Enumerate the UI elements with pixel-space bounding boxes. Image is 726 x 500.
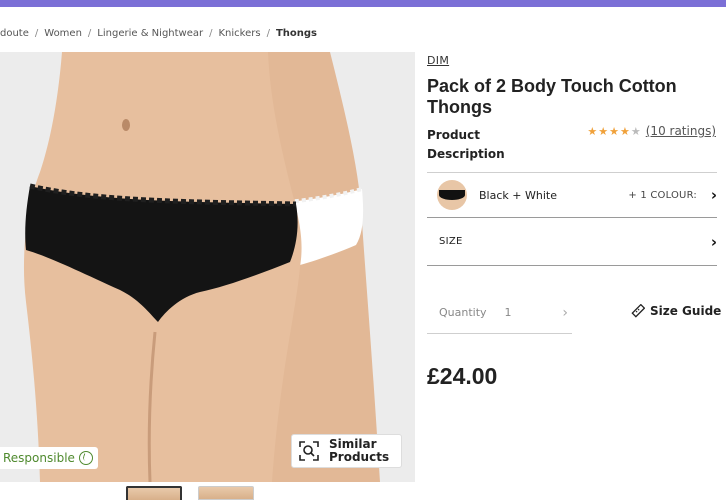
product-description-link[interactable]: Product Description	[427, 126, 517, 164]
rating-stars: ★ ★ ★ ★ ★	[587, 125, 641, 138]
breadcrumb-item-women[interactable]: Women	[44, 28, 82, 39]
brand-link[interactable]: DIM	[427, 54, 449, 67]
breadcrumb-separator: /	[209, 27, 213, 39]
size-label: SIZE	[439, 236, 463, 247]
star-empty-icon: ★	[630, 124, 641, 138]
similar-products-label: Similar Products	[329, 437, 390, 464]
product-price: £24.00	[427, 363, 498, 389]
breadcrumb-separator: /	[266, 27, 270, 39]
size-selector[interactable]: SIZE ›	[427, 218, 717, 266]
quantity-selector[interactable]: Quantity 1 ›	[427, 292, 572, 334]
top-accent-bar	[0, 0, 726, 7]
star-icon: ★	[609, 124, 619, 138]
star-icon: ★	[587, 124, 598, 138]
rating[interactable]: ★ ★ ★ ★ ★ (10 ratings)	[587, 124, 716, 138]
chevron-right-icon: ›	[710, 232, 717, 251]
breadcrumb-separator: /	[87, 27, 92, 39]
colour-swatch	[437, 180, 467, 210]
breadcrumb-item-home[interactable]: doute	[0, 28, 29, 39]
leaf-icon	[78, 451, 93, 465]
thumbnail-2[interactable]	[198, 486, 254, 500]
ratings-count-link[interactable]: (10 ratings)	[646, 124, 716, 138]
chevron-right-icon: ›	[562, 304, 568, 321]
quantity-label: Quantity	[439, 306, 487, 319]
product-title: Pack of 2 Body Touch Cotton Thongs	[427, 76, 677, 117]
colour-name: Black + White	[479, 188, 557, 202]
breadcrumb-item-current: Thongs	[275, 27, 318, 39]
size-guide-link[interactable]: Size Guide	[631, 303, 722, 318]
thumbnail-strip	[126, 486, 254, 500]
breadcrumb-item-knickers[interactable]: Knickers	[219, 28, 261, 39]
product-image-gallery[interactable]: Responsible Similar Products	[0, 52, 415, 482]
breadcrumb-item-lingerie[interactable]: Lingerie & Nightwear	[97, 28, 203, 39]
quantity-value: 1	[504, 306, 512, 319]
similar-products-button[interactable]: Similar Products	[291, 434, 402, 468]
visual-search-icon	[298, 440, 320, 462]
responsible-label: Responsible	[3, 451, 75, 465]
star-icon: ★	[598, 124, 609, 138]
ruler-icon	[631, 303, 646, 318]
star-icon: ★	[620, 124, 630, 138]
breadcrumb-separator: /	[34, 27, 39, 39]
product-photo	[23, 52, 380, 482]
responsible-badge: Responsible	[0, 447, 98, 469]
colour-selector[interactable]: Black + White + 1 COLOUR: ›	[427, 172, 717, 218]
size-guide-label: Size Guide	[650, 304, 722, 318]
breadcrumb: doute / Women / Lingerie & Nightwear / K…	[0, 26, 317, 40]
more-colours-label: + 1 COLOUR:	[628, 189, 697, 201]
thumbnail-1[interactable]	[126, 486, 182, 500]
chevron-right-icon: ›	[710, 186, 717, 204]
